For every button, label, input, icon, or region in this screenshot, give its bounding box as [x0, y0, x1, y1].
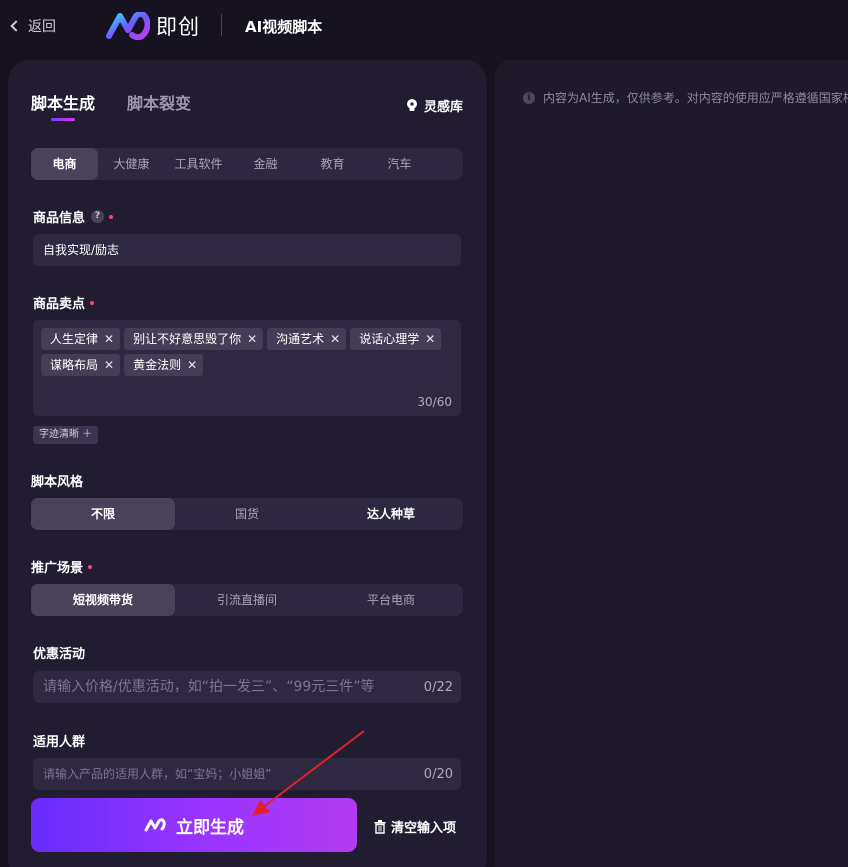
product-info-label-text: 商品信息 [33, 211, 86, 226]
close-icon[interactable]: ✕ [330, 328, 340, 350]
scene-option-platform-ecommerce[interactable]: 平台电商 [319, 584, 463, 616]
category-tab-ecommerce[interactable]: 电商 [31, 148, 98, 180]
scene-label-text: 推广场景 [31, 561, 84, 576]
result-panel: i 内容为AI生成，仅供参考。对内容的使用应严格遵循国家相 [495, 60, 848, 867]
generate-label: 立即生成 [176, 817, 244, 838]
generate-button[interactable]: 立即生成 [31, 798, 357, 852]
audience-label: 适用人群 [33, 731, 85, 750]
selling-point-tag[interactable]: 人生定律 ✕ [41, 328, 121, 350]
audience-count: 0/20 [423, 767, 453, 782]
selling-point-tag[interactable]: 说话心理学 ✕ [350, 328, 442, 350]
audience-label-text: 适用人群 [33, 735, 86, 750]
category-tab-auto[interactable]: 汽车 [366, 148, 433, 180]
promotion-field: 0/22 [33, 671, 461, 703]
back-label: 返回 [28, 19, 56, 35]
product-info-field[interactable]: 自我实现/励志 [33, 234, 461, 266]
selling-point-tag[interactable]: 别让不好意思毁了你 ✕ [124, 328, 264, 350]
category-tabs: 电商 大健康 工具软件 金融 教育 汽车 [31, 148, 463, 180]
inspiration-library-button[interactable]: 灵感库 [406, 96, 463, 115]
promotion-label-text: 优惠活动 [33, 647, 86, 662]
tag-label: 沟通艺术 [276, 332, 325, 346]
scene-option-live-traffic[interactable]: 引流直播间 [175, 584, 319, 616]
close-icon[interactable]: ✕ [187, 354, 197, 376]
header-divider [221, 14, 222, 36]
page-title: AI视频脚本 [245, 18, 323, 36]
category-tab-software[interactable]: 工具软件 [165, 148, 232, 180]
selling-point-tag[interactable]: 谋略布局 ✕ [41, 354, 121, 376]
script-style-label: 脚本风格 [31, 471, 83, 490]
top-bar: 返回 即创 AI视频脚本 [0, 0, 848, 52]
tag-label: 说话心理学 [359, 332, 420, 346]
promotion-label: 优惠活动 [33, 643, 85, 662]
clear-inputs-button[interactable]: 清空输入项 [374, 817, 456, 836]
logo-icon [106, 12, 150, 40]
required-dot-icon [88, 564, 93, 569]
help-icon[interactable]: ? [91, 210, 105, 223]
scene-selector: 短视频带货 引流直播间 平台电商 [31, 584, 463, 616]
close-icon[interactable]: ✕ [425, 328, 435, 350]
scene-label: 推广场景 [31, 557, 93, 576]
audience-field: 0/20 [33, 758, 461, 790]
required-dot-icon [109, 214, 114, 219]
category-tab-education[interactable]: 教育 [299, 148, 366, 180]
chevron-left-icon [10, 20, 22, 32]
tag-label: 别让不好意思毁了你 [133, 332, 242, 346]
script-form-panel: 脚本生成 脚本裂变 灵感库 电商 大健康 工具软件 金融 教育 汽车 商品信息 … [8, 60, 487, 867]
inspiration-label: 灵感库 [423, 100, 463, 115]
close-icon[interactable]: ✕ [104, 328, 114, 350]
scene-option-short-video[interactable]: 短视频带货 [31, 584, 175, 616]
script-style-label-text: 脚本风格 [31, 475, 84, 490]
required-dot-icon [90, 300, 95, 305]
selling-points-label-text: 商品卖点 [33, 297, 86, 312]
tab-script-fission[interactable]: 脚本裂变 [127, 90, 191, 114]
selling-points-label: 商品卖点 [33, 293, 95, 312]
disclaimer-text: 内容为AI生成，仅供参考。对内容的使用应严格遵循国家相 [543, 91, 848, 105]
lightbulb-icon [406, 98, 417, 111]
selling-points-field[interactable]: 人生定律 ✕ 别让不好意思毁了你 ✕ 沟通艺术 ✕ 说话心理学 ✕ 谋略布局 ✕ 黄金法则… [33, 320, 461, 416]
style-option-domestic[interactable]: 国货 [175, 498, 319, 530]
back-button[interactable]: 返回 [10, 16, 56, 36]
selling-point-tags: 人生定律 ✕ 别让不好意思毁了你 ✕ 沟通艺术 ✕ 说话心理学 ✕ 谋略布局 ✕ 黄金法则… [41, 328, 451, 380]
product-info-label: 商品信息 ? [33, 207, 114, 226]
selling-point-tag[interactable]: 沟通艺术 ✕ [267, 328, 347, 350]
clear-label: 清空输入项 [391, 821, 457, 836]
tag-label: 人生定律 [50, 332, 99, 346]
selling-point-tag[interactable]: 黄金法则 ✕ [124, 354, 204, 376]
style-option-influencer[interactable]: 达人种草 [319, 498, 463, 530]
script-style-selector: 不限 国货 达人种草 [31, 498, 463, 530]
logo-icon [144, 818, 166, 832]
selling-points-count: 30/60 [417, 395, 452, 409]
close-icon[interactable]: ✕ [247, 328, 257, 350]
category-tab-finance[interactable]: 金融 [232, 148, 299, 180]
tag-label: 谋略布局 [50, 358, 99, 372]
tab-script-generate[interactable]: 脚本生成 [31, 90, 95, 121]
add-selling-point-chip[interactable]: 字迹清晰 ＋ [33, 426, 99, 444]
category-tab-health[interactable]: 大健康 [98, 148, 165, 180]
app-logo[interactable]: 即创 [106, 11, 200, 41]
trash-icon [374, 819, 386, 834]
promotion-input[interactable] [33, 671, 413, 703]
style-option-unlimited[interactable]: 不限 [31, 498, 175, 530]
mode-tabs: 脚本生成 脚本裂变 [31, 90, 223, 121]
info-icon: i [523, 91, 535, 104]
promotion-count: 0/22 [423, 680, 453, 695]
logo-text: 即创 [156, 15, 200, 39]
close-icon[interactable]: ✕ [104, 354, 114, 376]
tag-label: 黄金法则 [133, 358, 182, 372]
audience-input[interactable] [33, 758, 413, 790]
ai-disclaimer: i 内容为AI生成，仅供参考。对内容的使用应严格遵循国家相 [523, 89, 848, 106]
